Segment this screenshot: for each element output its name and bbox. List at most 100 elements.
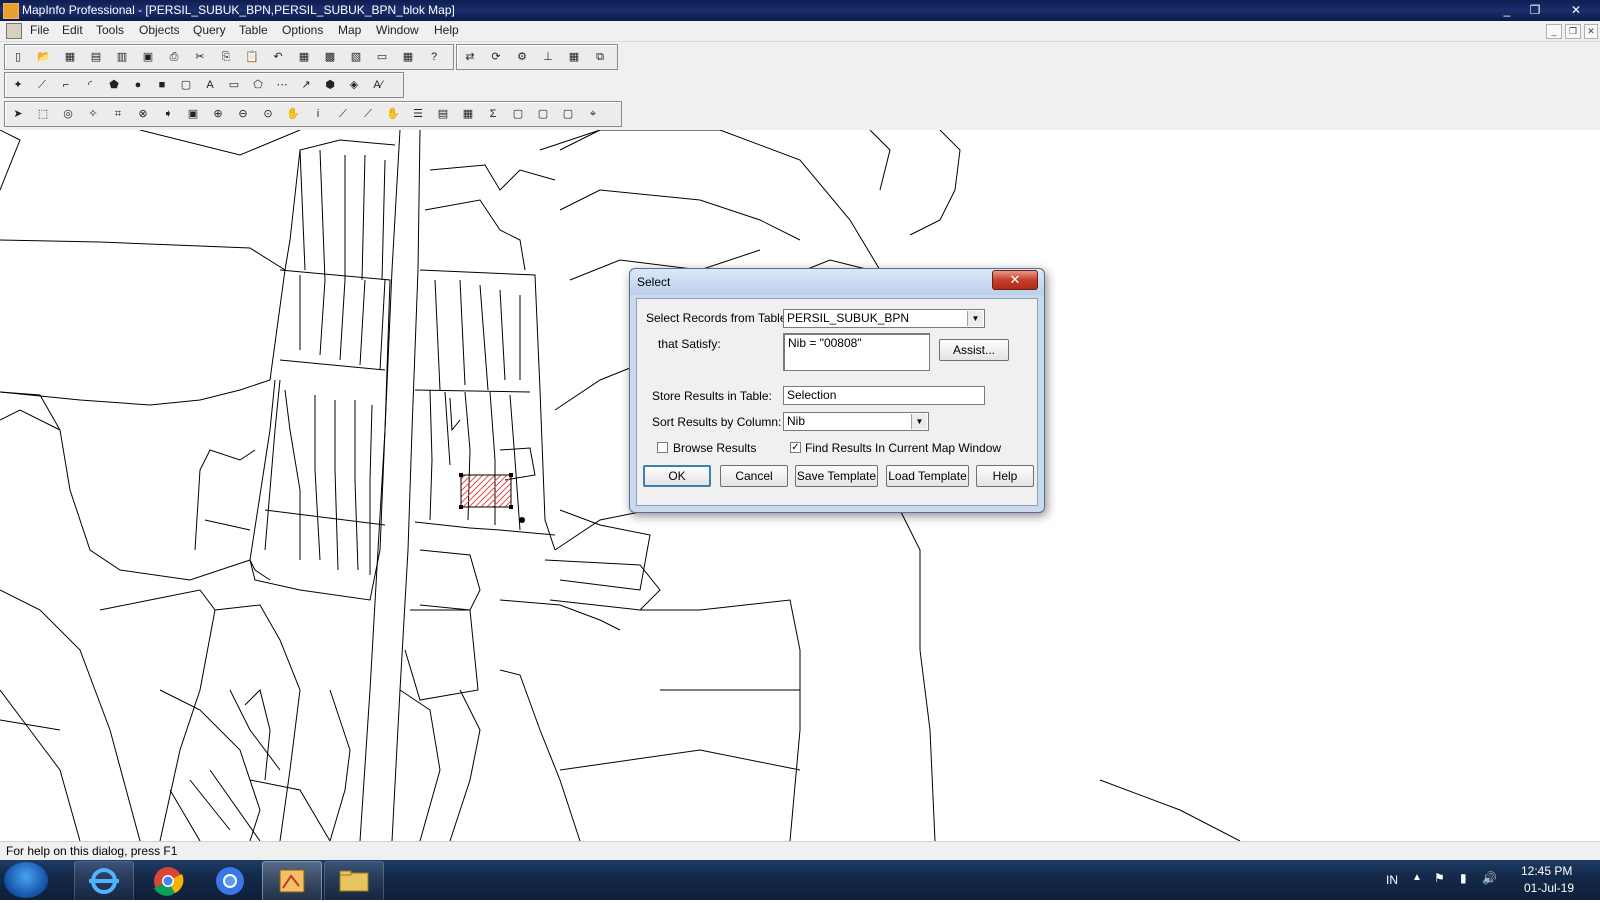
menu-edit[interactable]: Edit — [62, 23, 83, 37]
layer-control-icon[interactable]: ☰ — [408, 104, 428, 124]
minimize-button[interactable]: _ — [1494, 1, 1520, 19]
drag-window-icon[interactable]: ▢ — [558, 104, 578, 124]
expression-input[interactable]: Nib = "00808" — [783, 333, 930, 371]
redistrict-icon[interactable]: ▦ — [398, 47, 418, 67]
close-window-button[interactable]: ✕ — [1556, 1, 1596, 19]
menu-file[interactable]: File — [30, 23, 49, 37]
run-mapbasic-icon[interactable]: ⟳ — [486, 47, 506, 67]
boundary-select-icon[interactable]: ⌗ — [108, 104, 128, 124]
text-icon[interactable]: A — [200, 75, 220, 95]
set-clip-icon[interactable]: ▢ — [533, 104, 553, 124]
new-grapher-icon[interactable]: ▧ — [346, 47, 366, 67]
radius-select-icon[interactable]: ◎ — [58, 104, 78, 124]
invert-selection-icon[interactable]: ➧ — [158, 104, 178, 124]
add-node-icon[interactable]: ⋯ — [272, 75, 292, 95]
polyline-icon[interactable]: ⌐ — [56, 75, 76, 95]
region-style-icon[interactable]: ⬢ — [320, 75, 340, 95]
sort-column-dropdown[interactable]: Nib ▼ — [783, 412, 929, 431]
mdi-minimize-button[interactable]: _ — [1546, 24, 1562, 39]
mapinfo-app-icon[interactable] — [3, 3, 19, 19]
symbol-style-icon[interactable]: ◈ — [344, 75, 364, 95]
marquee-select-icon[interactable]: ⬚ — [33, 104, 53, 124]
info-icon[interactable]: i — [308, 104, 328, 124]
network-icon[interactable]: ▮ — [1460, 871, 1467, 885]
copy-icon[interactable]: ⎘ — [216, 47, 236, 67]
statistics-sum-icon[interactable]: Σ — [483, 104, 503, 124]
taskbar-file-explorer[interactable] — [324, 861, 384, 901]
save-template-button[interactable]: Save Template — [795, 465, 878, 487]
selected-parcel[interactable] — [460, 474, 512, 508]
chevron-down-icon[interactable]: ▼ — [911, 414, 927, 429]
text-style-icon[interactable]: A⁄ — [368, 75, 388, 95]
line-icon[interactable]: ⟋ — [32, 75, 52, 95]
find-results-checkbox[interactable]: ✓ — [790, 442, 801, 453]
color-icon[interactable]: ▦ — [564, 47, 584, 67]
drag-map-icon[interactable]: ✋ — [383, 104, 403, 124]
help-button[interactable]: Help — [976, 465, 1034, 487]
volume-icon[interactable]: 🔊 — [1482, 871, 1497, 885]
tool-manager-icon[interactable]: ⚙ — [512, 47, 532, 67]
line-style-icon[interactable]: ↗ — [296, 75, 316, 95]
action-center-icon[interactable]: ⚑ — [1434, 871, 1445, 885]
grabber-icon[interactable]: ✋ — [283, 104, 303, 124]
dialog-close-button[interactable]: ✕ — [992, 270, 1038, 290]
clock-date[interactable]: 01-Jul-19 — [1524, 881, 1574, 895]
symbol-icon[interactable]: ✦ — [8, 75, 28, 95]
taskbar-chromium[interactable] — [200, 861, 260, 901]
table-dropdown[interactable]: PERSIL_SUBUK_BPN ▼ — [783, 309, 985, 328]
statistics-icon[interactable]: ⊥ — [538, 47, 558, 67]
hotlink-icon[interactable]: ⇄ — [460, 47, 480, 67]
ellipse-icon[interactable]: ● — [128, 75, 148, 95]
taskbar-internet-explorer[interactable] — [74, 861, 134, 901]
show-hidden-icons-icon[interactable]: ▲ — [1412, 872, 1422, 883]
undo-icon[interactable]: ↶ — [268, 47, 288, 67]
menu-map[interactable]: Map — [338, 23, 361, 37]
menu-window[interactable]: Window — [376, 23, 419, 37]
rounded-rect-icon[interactable]: ▢ — [176, 75, 196, 95]
document-icon[interactable] — [6, 23, 22, 39]
browse-results-checkbox[interactable] — [657, 442, 668, 453]
store-results-input[interactable]: Selection — [783, 386, 985, 405]
new-mapper-icon[interactable]: ▩ — [320, 47, 340, 67]
mdi-close-button[interactable]: ✕ — [1584, 24, 1598, 39]
label-icon[interactable]: ▤ — [433, 104, 453, 124]
open-workspace-icon[interactable]: ▦ — [60, 47, 80, 67]
menu-options[interactable]: Options — [282, 23, 323, 37]
rectangle-icon[interactable]: ■ — [152, 75, 172, 95]
menu-table[interactable]: Table — [239, 23, 268, 37]
arc-icon[interactable]: ◜ — [80, 75, 100, 95]
print-preview-icon[interactable]: ▣ — [138, 47, 158, 67]
maximize-button[interactable]: ❐ — [1522, 1, 1548, 19]
open-icon[interactable]: 📂 — [34, 47, 54, 67]
layout-tool-icon[interactable]: ⌖ — [583, 104, 603, 124]
save-workspace-icon[interactable]: ▥ — [112, 47, 132, 67]
zoom-in-icon[interactable]: ⊕ — [208, 104, 228, 124]
ruler-icon[interactable]: ⟋ — [358, 104, 378, 124]
cancel-button[interactable]: Cancel — [720, 465, 788, 487]
ok-button[interactable]: OK — [643, 465, 711, 487]
zoom-out-icon[interactable]: ⊖ — [233, 104, 253, 124]
language-indicator[interactable]: IN — [1386, 873, 1398, 887]
save-icon[interactable]: ▤ — [86, 47, 106, 67]
help-icon[interactable]: ? — [424, 47, 444, 67]
taskbar-mapinfo[interactable] — [262, 861, 322, 901]
paste-icon[interactable]: 📋 — [242, 47, 262, 67]
legend-icon[interactable]: ▦ — [458, 104, 478, 124]
new-layout-icon[interactable]: ▭ — [372, 47, 392, 67]
window-icon[interactable]: ⧉ — [590, 47, 610, 67]
hotlink-tool-icon[interactable]: ⟋ — [333, 104, 353, 124]
menu-objects[interactable]: Objects — [139, 23, 180, 37]
menu-help[interactable]: Help — [434, 23, 459, 37]
assist-button[interactable]: Assist... — [939, 339, 1009, 361]
polygon-select-icon[interactable]: ✧ — [83, 104, 103, 124]
frame-icon[interactable]: ▭ — [224, 75, 244, 95]
menu-query[interactable]: Query — [193, 23, 226, 37]
new-browser-icon[interactable]: ▦ — [294, 47, 314, 67]
taskbar-chrome[interactable] — [138, 861, 198, 901]
new-icon[interactable]: ▯ — [8, 47, 28, 67]
menu-tools[interactable]: Tools — [96, 23, 124, 37]
start-button[interactable] — [4, 862, 48, 898]
dialog-title-bar[interactable]: Select ✕ — [630, 269, 1044, 295]
cut-icon[interactable]: ✂ — [190, 47, 210, 67]
graph-select-icon[interactable]: ▣ — [183, 104, 203, 124]
